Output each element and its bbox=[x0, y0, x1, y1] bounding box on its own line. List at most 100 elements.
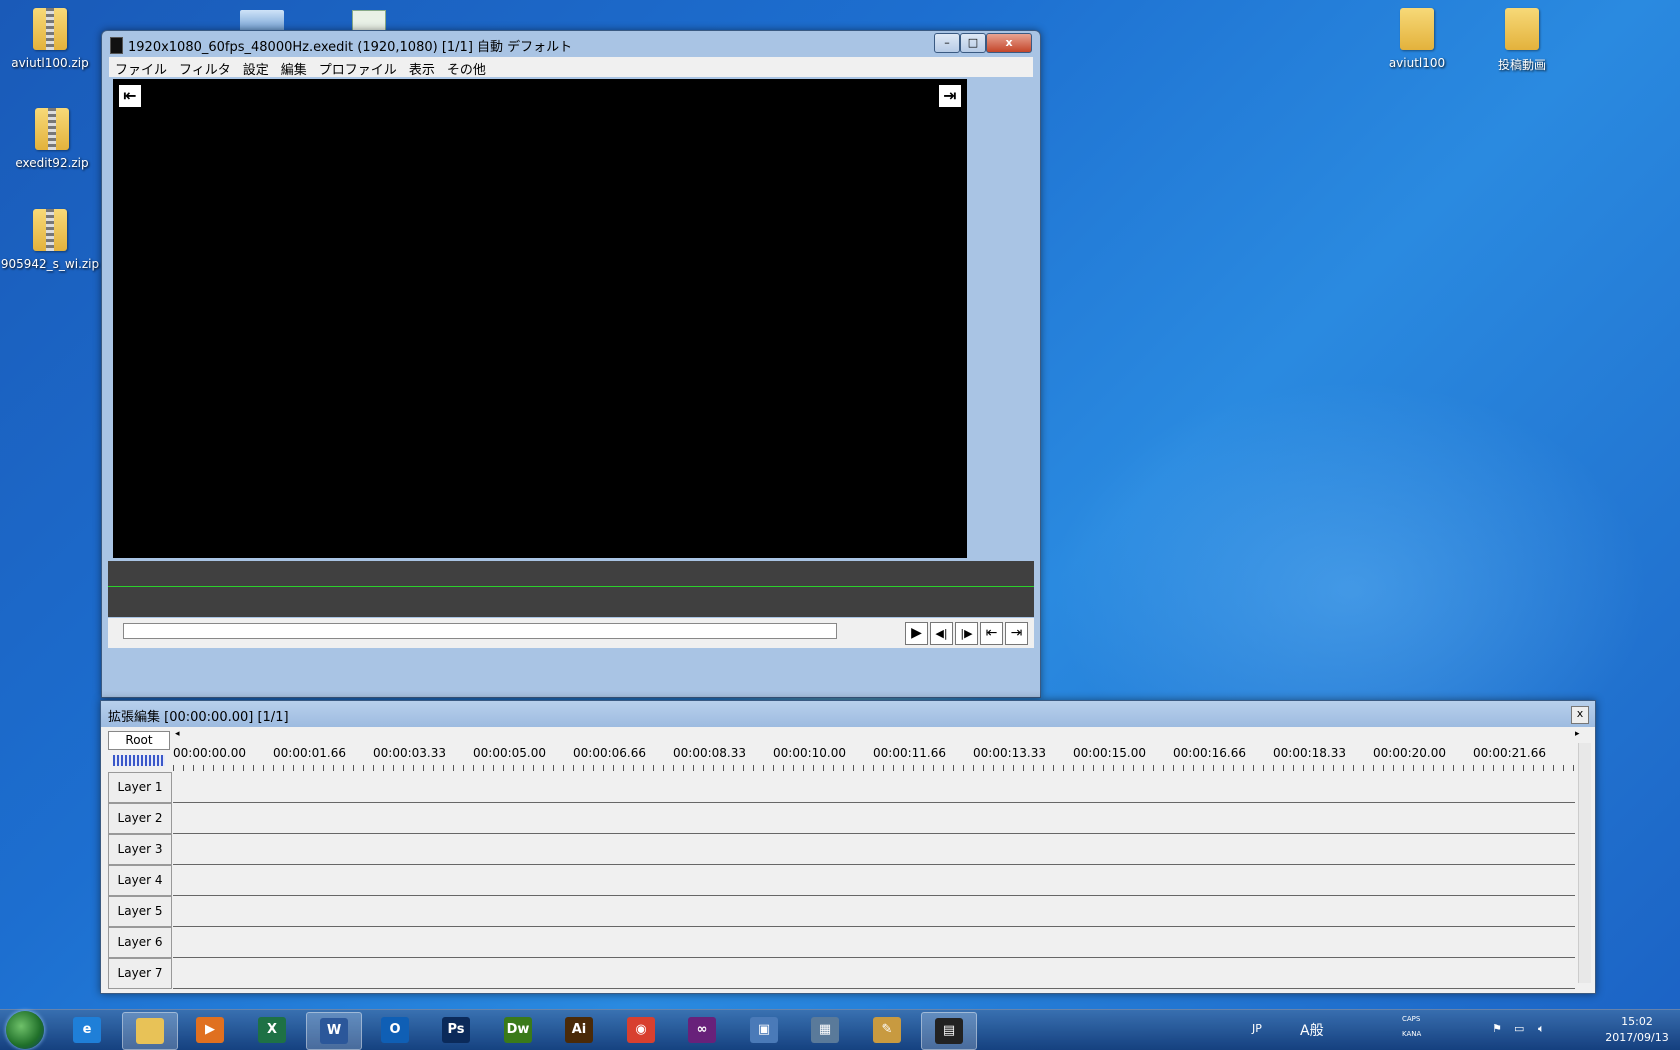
audio-waveform-area bbox=[108, 561, 1034, 617]
taskbar-aviutl-button[interactable]: ▤ bbox=[921, 1012, 977, 1050]
desktop-icon-exedit92-zip[interactable]: exedit92.zip bbox=[2, 108, 102, 170]
time-label: 00:00:10.00 bbox=[773, 746, 846, 760]
computer-icon[interactable] bbox=[240, 10, 284, 32]
time-label: 00:00:03.33 bbox=[373, 746, 446, 760]
main-window: 1920x1080_60fps_48000Hz.exedit (1920,108… bbox=[101, 30, 1041, 698]
layer-row-7[interactable] bbox=[173, 958, 1575, 989]
time-label: 00:00:13.33 bbox=[973, 746, 1046, 760]
time-label: 00:00:08.33 bbox=[673, 746, 746, 760]
desktop-icon-905942-zip[interactable]: 905942_s_wi.zip bbox=[0, 209, 100, 271]
go-start-button[interactable]: ⇤ bbox=[980, 622, 1003, 645]
scroll-left-icon[interactable]: ◂ bbox=[175, 729, 180, 739]
zip-folder-icon bbox=[33, 209, 67, 253]
menu-profile[interactable]: プロファイル bbox=[313, 57, 403, 78]
layer-label-2[interactable]: Layer 2 bbox=[108, 803, 172, 834]
title-bar[interactable]: 1920x1080_60fps_48000Hz.exedit (1920,108… bbox=[102, 31, 1040, 57]
desktop-icon-label: exedit92.zip bbox=[15, 156, 89, 170]
film-icon bbox=[110, 37, 123, 54]
menu-edit[interactable]: 編集 bbox=[275, 57, 313, 78]
layer-row-5[interactable] bbox=[173, 896, 1575, 927]
time-ruler[interactable]: 00:00:00.00 00:00:01.66 00:00:03.33 00:0… bbox=[173, 743, 1575, 771]
timeline-title: 拡張編集 [00:00:00.00] [1/1] bbox=[108, 710, 289, 725]
timeline-close-button[interactable]: x bbox=[1571, 706, 1589, 724]
next-frame-button[interactable]: |▶ bbox=[955, 622, 978, 645]
menu-other[interactable]: その他 bbox=[441, 57, 492, 78]
timeline-vertical-scrollbar[interactable] bbox=[1578, 743, 1591, 983]
time-label: 00:00:16.66 bbox=[1173, 746, 1246, 760]
ime-indicator[interactable]: A般 bbox=[1300, 1020, 1324, 1040]
layer-row-4[interactable] bbox=[173, 865, 1575, 896]
root-button[interactable]: Root bbox=[108, 731, 170, 750]
paint-icon: ✎ bbox=[873, 1017, 901, 1043]
layer-row-1[interactable] bbox=[173, 772, 1575, 803]
zoom-meter[interactable] bbox=[113, 755, 165, 766]
taskbar-network-button[interactable]: ▦ bbox=[798, 1012, 852, 1048]
taskbar-outlook-button[interactable]: O bbox=[368, 1012, 422, 1048]
layer-label-7[interactable]: Layer 7 bbox=[108, 958, 172, 989]
time-label: 00:00:21.66 bbox=[1473, 746, 1546, 760]
taskbar-dreamweaver-button[interactable]: Dw bbox=[491, 1012, 545, 1048]
window-title: 1920x1080_60fps_48000Hz.exedit (1920,108… bbox=[128, 40, 573, 55]
network-icon[interactable]: ▭ bbox=[1514, 1022, 1524, 1035]
clock[interactable]: 15:02 2017/09/13 bbox=[1602, 1014, 1672, 1046]
menu-settings[interactable]: 設定 bbox=[237, 57, 275, 78]
network-icon: ▦ bbox=[811, 1017, 839, 1043]
taskbar-illustrator-button[interactable]: Ai bbox=[552, 1012, 606, 1048]
close-button[interactable]: x bbox=[986, 33, 1032, 53]
volume-icon[interactable]: 🔈︎ bbox=[1538, 1022, 1545, 1036]
play-button[interactable]: ▶ bbox=[905, 622, 928, 645]
desktop-icon-aviutl100-zip[interactable]: aviutl100.zip bbox=[0, 8, 100, 70]
layer-row-3[interactable] bbox=[173, 834, 1575, 865]
taskbar-visual-studio-button[interactable]: ∞ bbox=[675, 1012, 729, 1048]
dreamweaver-icon: Dw bbox=[504, 1017, 532, 1043]
taskbar-paint-button[interactable]: ✎ bbox=[860, 1012, 914, 1048]
taskbar-explorer-button[interactable] bbox=[122, 1012, 178, 1050]
layer-row-2[interactable] bbox=[173, 803, 1575, 834]
layer-row-6[interactable] bbox=[173, 927, 1575, 958]
desktop-icon-label: 投稿動画 bbox=[1497, 58, 1546, 72]
taskbar-excel-button[interactable]: X bbox=[245, 1012, 299, 1048]
flag-icon[interactable]: ⚑ bbox=[1492, 1022, 1502, 1035]
clock-time: 15:02 bbox=[1621, 1015, 1653, 1028]
taskbar-media-player-button[interactable]: ▶ bbox=[183, 1012, 237, 1048]
menu-filter[interactable]: フィルタ bbox=[173, 57, 237, 78]
caps-indicator: CAPS bbox=[1402, 1015, 1421, 1023]
start-button[interactable] bbox=[6, 1011, 44, 1049]
waveform-line bbox=[108, 586, 1034, 587]
taskbar-internet-explorer-button[interactable]: e bbox=[60, 1012, 114, 1048]
desktop-icon-toko-douga-folder[interactable]: 投稿動画 bbox=[1472, 8, 1572, 73]
language-indicator[interactable]: JP bbox=[1252, 1022, 1262, 1035]
time-label: 00:00:18.33 bbox=[1273, 746, 1346, 760]
jump-end-icon[interactable]: ⇥ bbox=[939, 85, 961, 107]
layer-label-6[interactable]: Layer 6 bbox=[108, 927, 172, 958]
seek-bar[interactable] bbox=[123, 623, 837, 639]
photoshop-icon: Ps bbox=[442, 1017, 470, 1043]
taskbar-word-button[interactable]: W bbox=[306, 1012, 362, 1050]
time-label: 00:00:05.00 bbox=[473, 746, 546, 760]
time-label: 00:00:01.66 bbox=[273, 746, 346, 760]
system-tray: JP A般 CAPS KANA ⚑ ▭ 🔈︎ 15:02 2017/09/13 bbox=[1252, 1010, 1672, 1050]
timeline-title-bar[interactable]: 拡張編集 [00:00:00.00] [1/1] x bbox=[101, 701, 1595, 727]
maximize-button[interactable]: □ bbox=[960, 33, 986, 53]
folder-icon bbox=[1400, 8, 1434, 52]
layer-label-5[interactable]: Layer 5 bbox=[108, 896, 172, 927]
menu-file[interactable]: ファイル bbox=[109, 57, 173, 78]
video-preview[interactable]: ⇤ ⇥ bbox=[113, 79, 967, 558]
taskbar-remote-desktop-button[interactable]: ▣ bbox=[737, 1012, 791, 1048]
taskbar-photoshop-button[interactable]: Ps bbox=[429, 1012, 483, 1048]
layer-label-4[interactable]: Layer 4 bbox=[108, 865, 172, 896]
menu-view[interactable]: 表示 bbox=[403, 57, 441, 78]
jump-start-icon[interactable]: ⇤ bbox=[119, 85, 141, 107]
scroll-right-icon[interactable]: ▸ bbox=[1575, 729, 1580, 739]
layer-label-1[interactable]: Layer 1 bbox=[108, 772, 172, 803]
visual-studio-icon: ∞ bbox=[688, 1017, 716, 1043]
time-label: 00:00:20.00 bbox=[1373, 746, 1446, 760]
taskbar-chrome-button[interactable]: ◉ bbox=[614, 1012, 668, 1048]
desktop-icon-label: 905942_s_wi.zip bbox=[0, 257, 100, 271]
illustrator-icon: Ai bbox=[565, 1017, 593, 1043]
go-end-button[interactable]: ⇥ bbox=[1005, 622, 1028, 645]
prev-frame-button[interactable]: ◀| bbox=[930, 622, 953, 645]
layer-label-3[interactable]: Layer 3 bbox=[108, 834, 172, 865]
desktop-icon-aviutl100-folder[interactable]: aviutl100 bbox=[1367, 8, 1467, 70]
minimize-button[interactable]: – bbox=[934, 33, 960, 53]
